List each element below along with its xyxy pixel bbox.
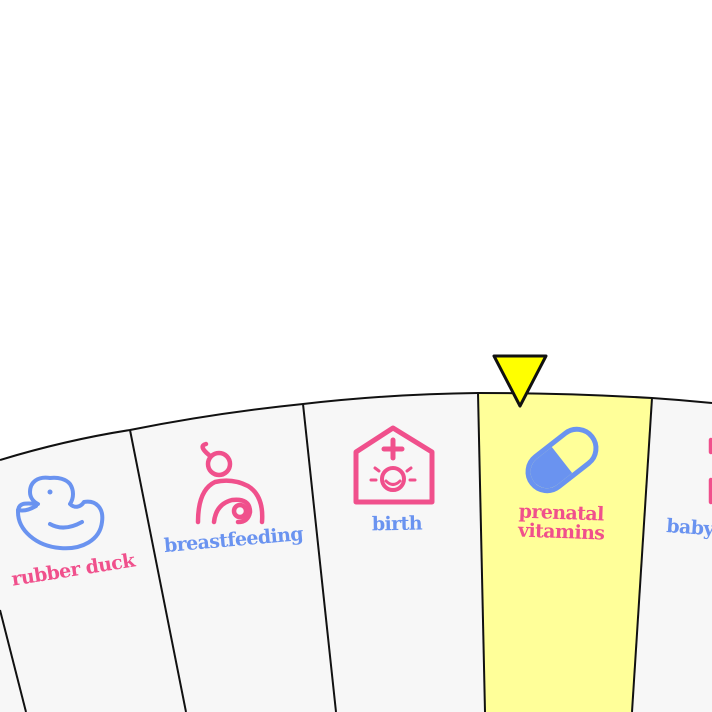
wheel-segments bbox=[0, 393, 712, 712]
prize-wheel[interactable]: rubber duck breastfeeding birth prenatal… bbox=[0, 0, 712, 712]
segment-label: vitamins bbox=[517, 519, 605, 544]
segment-label: baby bbox=[666, 515, 712, 540]
segment-label: birth bbox=[372, 513, 423, 536]
segment-prenatal-vitamins[interactable] bbox=[478, 393, 652, 712]
